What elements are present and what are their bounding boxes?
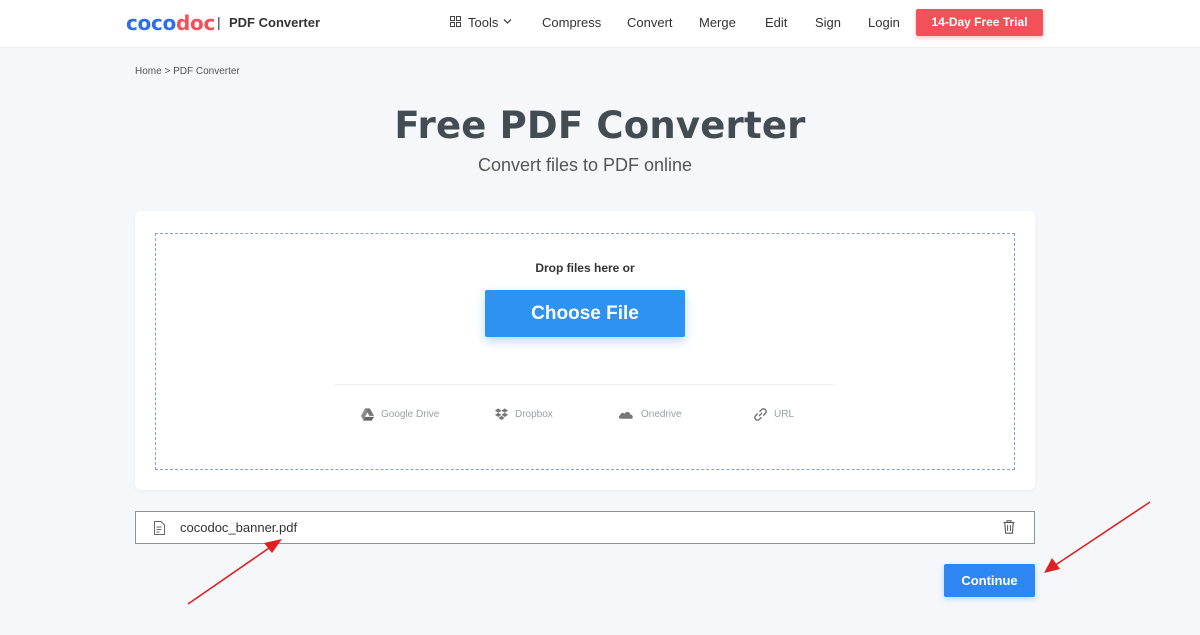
product-name: PDF Converter	[229, 15, 321, 30]
choose-file-button[interactable]: Choose File	[485, 290, 685, 337]
source-url[interactable]: URL	[753, 405, 794, 423]
source-dropbox[interactable]: Dropbox	[494, 405, 553, 423]
top-header: cocodoc | PDF Converter Tools Compress C…	[0, 0, 1200, 48]
cocodoc-logo[interactable]: cocodoc	[126, 11, 215, 35]
google-drive-label: Google Drive	[381, 408, 440, 420]
link-icon	[754, 407, 767, 421]
page-title: Free PDF Converter	[394, 104, 806, 147]
drop-files-text: Drop files here or	[535, 261, 635, 275]
file-icon	[154, 521, 165, 535]
onedrive-icon	[618, 411, 633, 419]
uploaded-file-row: cocodoc_banner.pdf	[135, 511, 1035, 544]
arrow-annotation	[187, 539, 282, 605]
arrow-annotation	[1044, 501, 1151, 573]
nav-sign[interactable]: Sign	[815, 15, 841, 30]
breadcrumb[interactable]: Home > PDF Converter	[135, 66, 240, 77]
nav-compress[interactable]: Compress	[542, 15, 601, 30]
dropbox-label: Dropbox	[515, 408, 553, 420]
onedrive-label: Onedrive	[641, 408, 682, 420]
trash-icon[interactable]	[1003, 520, 1015, 534]
source-onedrive[interactable]: Onedrive	[617, 405, 682, 423]
chevron-down-icon[interactable]	[503, 18, 512, 25]
logo-separator: |	[217, 14, 221, 30]
url-label: URL	[774, 408, 795, 420]
nav-merge[interactable]: Merge	[699, 15, 736, 30]
nav-tools[interactable]: Tools	[468, 15, 498, 30]
nav-login[interactable]: Login	[868, 15, 900, 30]
nav-convert[interactable]: Convert	[627, 15, 673, 30]
google-drive-icon	[360, 407, 375, 421]
free-trial-button[interactable]: 14-Day Free Trial	[916, 9, 1043, 36]
file-name: cocodoc_banner.pdf	[180, 520, 298, 535]
source-google-drive[interactable]: Google Drive	[360, 405, 439, 423]
page-subtitle: Convert files to PDF online	[477, 155, 693, 175]
nav-edit[interactable]: Edit	[765, 15, 787, 30]
tools-grid-icon[interactable]	[450, 16, 461, 27]
dropbox-icon	[494, 407, 509, 420]
source-divider	[335, 384, 835, 385]
continue-button[interactable]: Continue	[944, 564, 1035, 597]
